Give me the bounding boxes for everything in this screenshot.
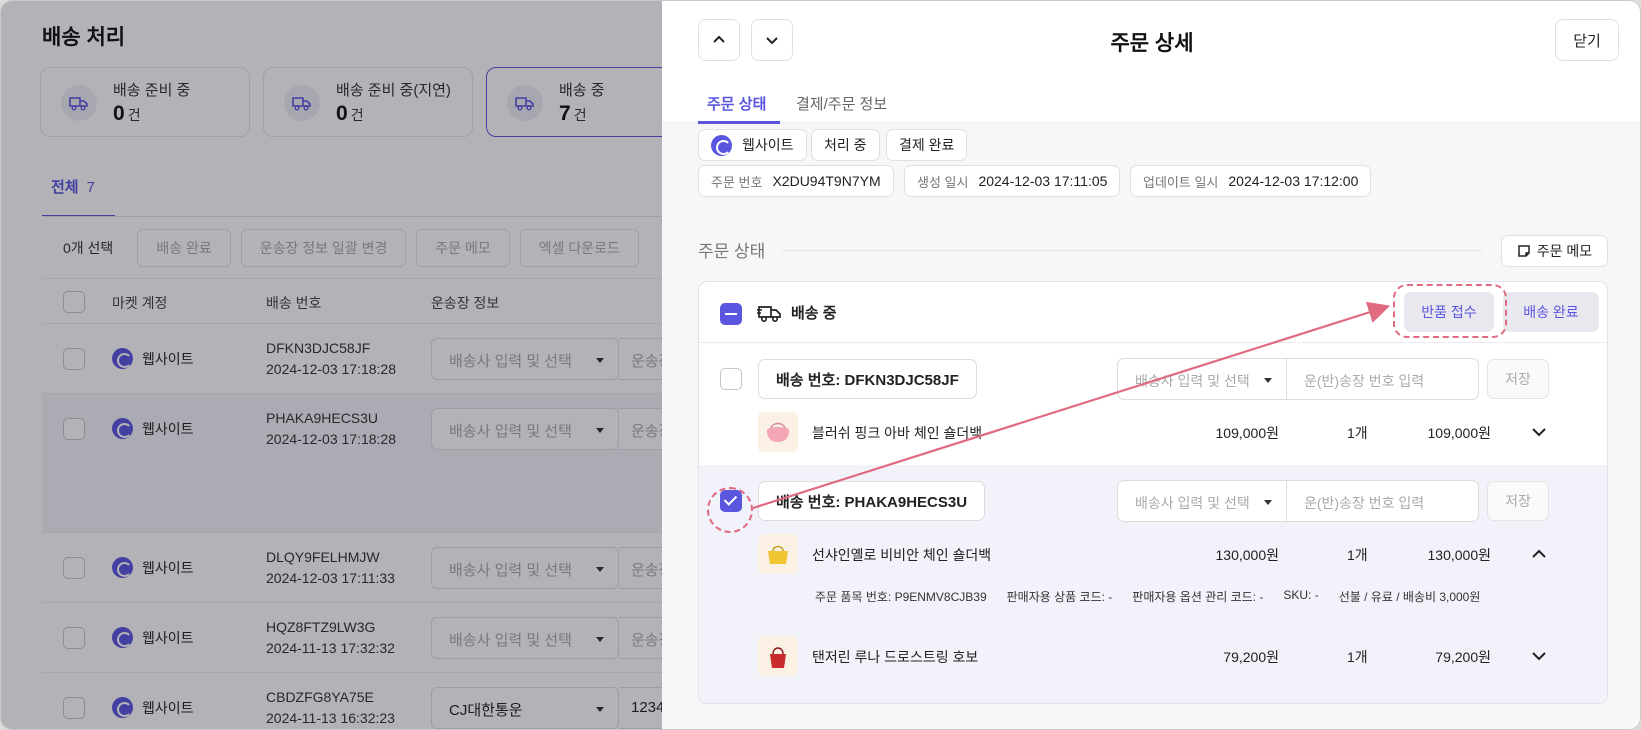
item-name: 블러쉬 핑크 아바 체인 숄더백	[812, 425, 983, 441]
order-detail-drawer: 주문 상세 닫기 주문 상태 결제/주문 정보 웹사이트 처리 중 결제 완료 …	[662, 1, 1640, 729]
seller-product-code: 판매자용 상품 코드: -	[1006, 590, 1113, 604]
sku: SKU: -	[1283, 588, 1319, 602]
courier-select[interactable]: 배송사 입력 및 선택	[1117, 358, 1287, 400]
item-total: 130,000원	[1427, 547, 1492, 563]
item-name: 선샤인옐로 비비안 체인 숄더백	[812, 547, 992, 563]
item-price: 130,000원	[1215, 547, 1280, 563]
payment-status-chip: 결제 완료	[886, 129, 968, 161]
item-quantity: 1개	[1347, 425, 1368, 441]
item-meta-row: 주문 품목 번호: P9ENMV8CJB39 판매자용 상품 코드: - 판매자…	[815, 588, 1480, 605]
item-quantity: 1개	[1347, 547, 1368, 563]
drawer-title: 주문 상세	[1110, 32, 1194, 55]
seller-option-code: 판매자용 옵션 관리 코드: -	[1132, 590, 1264, 604]
shipment-number: 배송 번호: DFKN3DJC58JF	[758, 359, 977, 399]
product-thumbnail	[758, 636, 798, 676]
save-button[interactable]: 저장	[1487, 359, 1549, 399]
group-select-checkbox[interactable]	[720, 303, 742, 325]
tab-order-status[interactable]: 주문 상태	[707, 93, 766, 114]
chevron-down-icon[interactable]	[1530, 647, 1548, 665]
item-total: 109,000원	[1427, 425, 1492, 441]
item-price: 79,200원	[1223, 649, 1279, 665]
shipment-number: 배송 번호: PHAKA9HECS3U	[758, 481, 986, 521]
item-quantity: 1개	[1347, 649, 1368, 665]
section-divider	[782, 250, 1482, 251]
courier-select[interactable]: 배송사 입력 및 선택	[1117, 480, 1287, 522]
status-group-label: 배송 중	[791, 305, 837, 322]
order-item: 선샤인옐로 비비안 체인 숄더백 130,000원 1개 130,000원	[699, 531, 1607, 577]
truck-icon	[757, 306, 781, 323]
shipment-checkbox[interactable]	[720, 368, 742, 390]
annotation-highlight-checkbox	[707, 487, 753, 533]
item-total: 79,200원	[1435, 649, 1491, 665]
save-button[interactable]: 저장	[1487, 481, 1549, 521]
close-button[interactable]: 닫기	[1555, 19, 1619, 61]
annotation-highlight-return	[1393, 284, 1507, 338]
active-tab-indicator	[698, 121, 780, 124]
tracking-number-input[interactable]: 운(반)송장 번호 입력	[1287, 358, 1479, 400]
order-status-chip: 처리 중	[811, 129, 880, 161]
shipment-block-selected: 배송 번호: PHAKA9HECS3U 배송사 입력 및 선택 운(반)송장 번…	[699, 465, 1607, 703]
item-order-number: 주문 품목 번호: P9ENMV8CJB39	[815, 590, 987, 604]
order-item: 탠저린 루나 드로스트링 호보 79,200원 1개 79,200원	[699, 633, 1607, 679]
website-logo-icon	[711, 134, 732, 156]
memo-icon	[1518, 245, 1530, 257]
shipping-fee: 선불 / 유료 / 배송비 3,000원	[1338, 590, 1481, 604]
created-at-chip: 생성 일시 2024-12-03 17:11:05	[904, 165, 1121, 197]
shipment-block: 배송 번호: DFKN3DJC58JF 배송사 입력 및 선택 운(반)송장 번…	[699, 343, 1607, 465]
order-number-chip: 주문 번호 X2DU94T9N7YM	[698, 165, 894, 197]
section-title: 주문 상태	[698, 242, 766, 261]
order-memo-button[interactable]: 주문 메모	[1501, 235, 1608, 267]
chevron-down-icon[interactable]	[1530, 423, 1548, 441]
app-frame: 배송 처리 배송 준비 중 0건 배송 준비 중(지연) 0건 배송 중 7건 …	[0, 0, 1641, 730]
updated-at-chip: 업데이트 일시 2024-12-03 17:12:00	[1130, 165, 1372, 197]
product-thumbnail	[758, 412, 798, 452]
delivery-complete-button[interactable]: 배송 완료	[1503, 292, 1599, 332]
shipping-status-card: 배송 중 반품 접수 배송 완료 배송 번호: DFKN3DJC58JF 배송사…	[698, 281, 1608, 704]
item-name: 탠저린 루나 드로스트링 호보	[812, 649, 979, 665]
modal-backdrop[interactable]	[1, 1, 662, 729]
chevron-up-icon[interactable]	[1530, 545, 1548, 563]
tab-payment-info[interactable]: 결제/주문 정보	[796, 93, 887, 114]
item-price: 109,000원	[1215, 425, 1280, 441]
drawer-header: 주문 상세 닫기 주문 상태 결제/주문 정보	[662, 1, 1640, 124]
order-item: 블러쉬 핑크 아바 체인 숄더백 109,000원 1개 109,000원	[699, 409, 1607, 455]
market-chip: 웹사이트	[698, 129, 807, 161]
tracking-number-input[interactable]: 운(반)송장 번호 입력	[1287, 480, 1479, 522]
product-thumbnail	[758, 534, 798, 574]
